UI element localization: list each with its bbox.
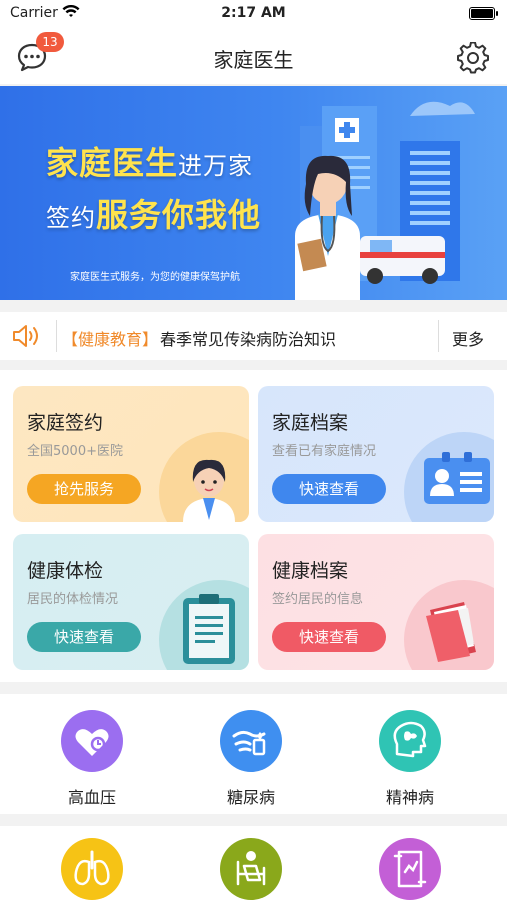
id-card-icon [424,452,490,504]
lungs-icon [61,838,123,900]
clock: 2:17 AM [221,5,286,21]
card-title: 家庭档案 [272,412,349,434]
card-subtitle: 居民的体检情况 [27,592,119,607]
feature-grid: 家庭签约 全国5000+医院 抢先服务 家庭档案 查看已有家庭情况 快速查看 健… [0,370,507,682]
notice-text[interactable]: 春季常见传染病防治知识 [160,326,336,350]
page-title: 家庭医生 [213,48,294,72]
banner-headline-2: 签约服务你我他 [46,196,262,234]
card-subtitle: 签约居民的信息 [272,592,364,607]
card-title: 家庭签约 [27,412,104,434]
notice-tag: 【健康教育】 [62,330,159,349]
category-label: 糖尿病 [226,788,275,807]
brain-icon [379,710,441,772]
elderly-icon [220,838,282,900]
card-button[interactable]: 快速查看 [272,474,386,504]
category-mental-illness[interactable]: 精神病 [355,710,465,808]
card-subtitle: 全国5000+医院 [27,444,123,459]
card-health-checkup[interactable]: 健康体检 居民的体检情况 快速查看 [13,534,249,670]
report-icon [379,838,441,900]
doctor-hospital-illustration [295,101,475,300]
category-hypertension[interactable]: 高血压 [37,710,147,808]
category-elderly[interactable] [196,838,306,900]
diabetes-icon [220,710,282,772]
clipboard-icon [183,594,235,664]
folder-icon [426,602,476,662]
disease-category-row [0,826,507,900]
notice-bar[interactable]: 【健康教育】 春季常见传染病防治知识 更多 [0,312,507,360]
category-other[interactable] [355,838,465,900]
divider [438,320,439,352]
card-family-signing[interactable]: 家庭签约 全国5000+医院 抢先服务 [13,386,249,522]
promo-banner[interactable]: 家庭医生进万家 签约服务你我他 家庭医生式服务，为您的健康保驾护航 [0,86,507,300]
card-button[interactable]: 快速查看 [272,622,386,652]
banner-headline-1: 家庭医生进万家 [46,144,254,182]
category-label: 精神病 [385,788,434,807]
doctor-avatar-icon [183,459,235,522]
category-respiratory[interactable] [37,838,147,900]
banner-subtitle: 家庭医生式服务，为您的健康保驾护航 [70,272,240,283]
speaker-icon [13,325,38,347]
status-bar: Carrier 2:17 AM [0,0,507,28]
card-health-records[interactable]: 健康档案 签约居民的信息 快速查看 [258,534,494,670]
category-diabetes[interactable]: 糖尿病 [196,710,306,808]
card-title: 健康档案 [272,560,349,582]
card-button[interactable]: 抢先服务 [27,474,141,504]
divider [56,320,57,352]
category-label: 高血压 [67,788,116,807]
battery-icon [469,7,498,20]
gear-icon[interactable] [457,42,489,74]
card-title: 健康体检 [27,560,104,582]
disease-category-row: 高血压 糖尿病 精神病 [0,694,507,814]
card-button[interactable]: 快速查看 [27,622,141,652]
heart-pressure-icon [61,710,123,772]
more-link[interactable]: 更多 [452,326,484,350]
card-family-records[interactable]: 家庭档案 查看已有家庭情况 快速查看 [258,386,494,522]
card-subtitle: 查看已有家庭情况 [272,444,377,459]
nav-bar: 13 家庭医生 [0,28,507,84]
